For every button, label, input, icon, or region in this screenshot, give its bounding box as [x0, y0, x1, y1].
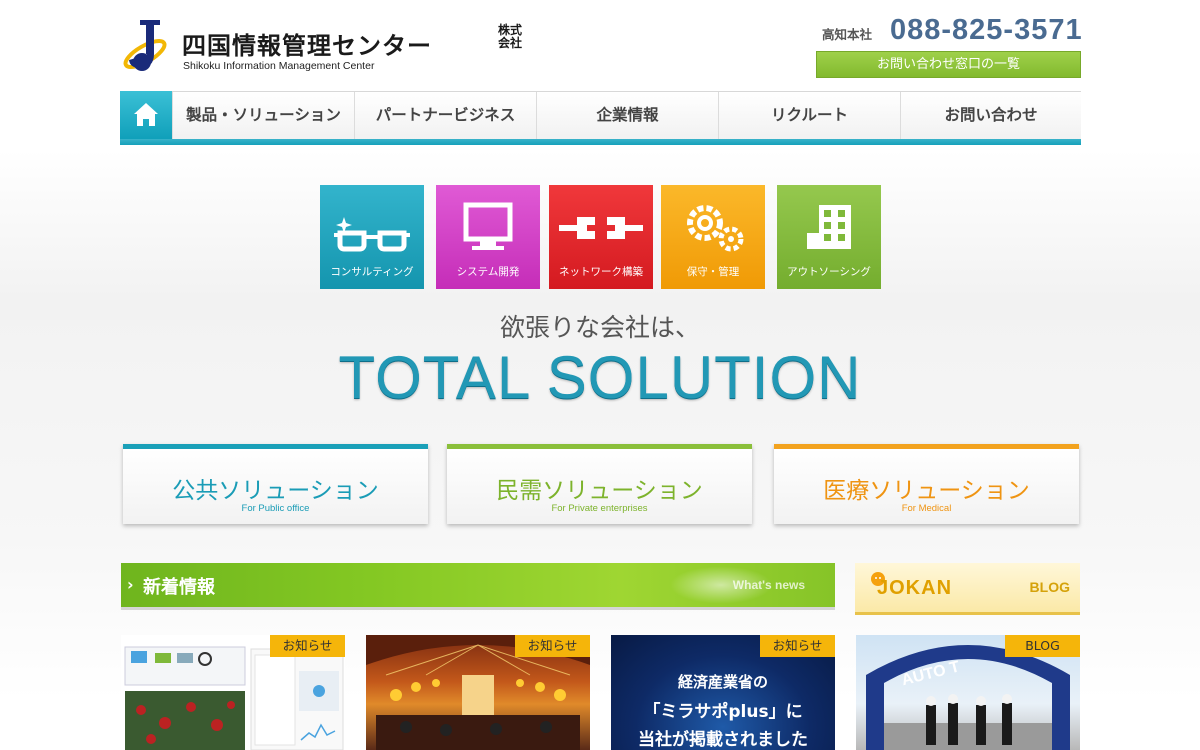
company-logo[interactable]: 四国情報管理センター 株式 会社 Shikoku Information Man…: [120, 18, 540, 74]
blog-logo: JOKAN: [877, 577, 953, 599]
tile-consulting[interactable]: コンサルティング: [320, 185, 424, 289]
tile-network[interactable]: ネットワーク構築: [549, 185, 653, 289]
news-card-text-line-2: 「ミラサポplus」に: [643, 702, 803, 722]
news-badge: お知らせ: [760, 635, 835, 657]
building-icon: [807, 205, 851, 249]
tile-label: アウトソーシング: [787, 266, 871, 278]
tile-label: システム開発: [456, 266, 520, 278]
tile-label: ネットワーク構築: [559, 266, 643, 278]
news-card-text-line-3: 当社が掲載されました: [638, 730, 808, 750]
solution-private-button[interactable]: 民需ソリューション For Private enterprises: [447, 444, 752, 524]
nav-item-recruit[interactable]: リクルート: [718, 92, 900, 140]
news-card-text-line-1: 経済産業省の: [677, 673, 768, 691]
solution-subtitle: For Public office: [241, 503, 310, 514]
solution-public-button[interactable]: 公共ソリューション For Public office: [123, 444, 428, 524]
tile-maintenance[interactable]: 保守・管理: [661, 185, 765, 289]
plug-icon: [559, 217, 643, 239]
monitor-icon: [463, 202, 513, 250]
logo-company-name: 四国情報管理センター: [182, 32, 432, 60]
solution-title: 民需ソリューション: [496, 478, 703, 504]
solution-title: 公共ソリューション: [172, 478, 379, 504]
news-card[interactable]: お知らせ: [366, 635, 590, 750]
solution-title: 医療ソリューション: [823, 478, 1030, 504]
news-card[interactable]: AUTO T BLOG: [856, 635, 1080, 750]
home-icon: [134, 103, 158, 126]
news-badge: BLOG: [1005, 635, 1080, 657]
solution-subtitle: For Private enterprises: [551, 503, 648, 514]
tile-label: コンサルティング: [330, 266, 414, 278]
blog-label: BLOG: [1029, 579, 1070, 595]
global-nav: 製品・ソリューション パートナービジネス 企業情報 リクルート お問い合わせ: [120, 91, 1081, 145]
tel-label: 高知本社: [822, 27, 873, 42]
logo-mark-icon: [123, 20, 167, 71]
solution-subtitle: For Medical: [901, 503, 952, 514]
tel-number: 088-825-3571: [890, 14, 1083, 46]
tile-system-dev[interactable]: システム開発: [436, 185, 540, 289]
tile-label: 保守・管理: [686, 266, 740, 278]
nav-item-company[interactable]: 企業情報: [536, 92, 718, 140]
news-card[interactable]: お知らせ: [121, 635, 345, 750]
nav-home-button[interactable]: [120, 91, 172, 140]
news-subtitle: What's news: [732, 578, 805, 592]
nav-item-partner[interactable]: パートナービジネス: [354, 92, 536, 140]
blog-banner[interactable]: JOKAN BLOG: [855, 563, 1080, 615]
logo-kabushiki-kaisha: 株式 会社: [498, 24, 534, 50]
solution-medical-button[interactable]: 医療ソリューション For Medical: [774, 444, 1079, 524]
hero-headline: TOTAL SOLUTION: [338, 344, 862, 411]
tile-outsourcing[interactable]: アウトソーシング: [777, 185, 881, 289]
glasses-icon: [334, 217, 410, 252]
nav-item-contact[interactable]: お問い合わせ: [900, 92, 1081, 140]
logo-kaisha-line-2: 会社: [498, 36, 523, 50]
gears-icon: [687, 205, 744, 252]
news-section-header: › 新着情報 What's news: [121, 563, 835, 607]
news-badge: お知らせ: [515, 635, 590, 657]
news-card[interactable]: 経済産業省の 「ミラサポplus」に 当社が掲載されました お知らせ: [611, 635, 835, 750]
chevron-right-icon: ›: [127, 575, 134, 594]
logo-english-name: Shikoku Information Management Center: [183, 60, 375, 72]
news-title: 新着情報: [143, 577, 215, 598]
contact-list-button[interactable]: お問い合わせ窓口の一覧: [816, 51, 1081, 78]
news-badge: お知らせ: [270, 635, 345, 657]
nav-item-products[interactable]: 製品・ソリューション: [172, 92, 354, 140]
hero-catchphrase: 欲張りな会社は、: [499, 313, 700, 342]
